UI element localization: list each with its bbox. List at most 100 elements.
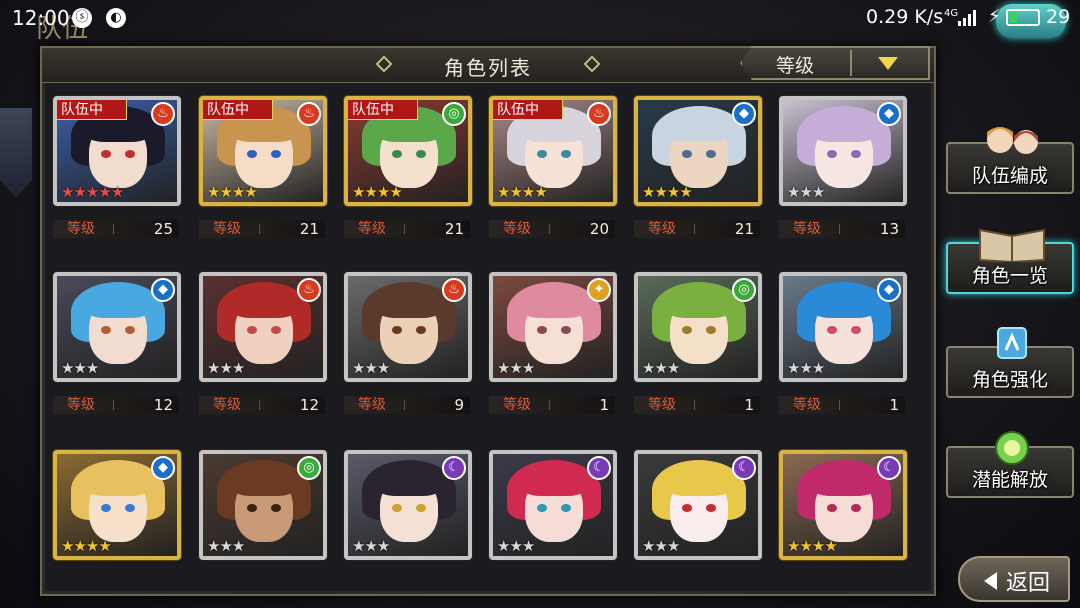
star-icon: ★ (509, 359, 523, 377)
level-divider (404, 400, 405, 410)
menu-character-list-button[interactable]: 角色一览 (946, 228, 1074, 294)
character-card[interactable]: ☾ ★ ★ ★ ★ (779, 450, 907, 560)
character-card[interactable]: ☾ ★ ★ ★ (344, 450, 472, 560)
panel-header: 角色列表 等级 (42, 46, 934, 83)
dark-element-icon: ☾ (587, 456, 611, 480)
star-icon: ★ (364, 183, 378, 201)
star-icon: ★ (799, 537, 813, 555)
fire-element-icon: ♨ (442, 278, 466, 302)
back-button[interactable]: 返回 (958, 556, 1070, 602)
clock: 12:00 (12, 6, 70, 30)
star-icon: ★ (509, 183, 523, 201)
star-icon: ★ (521, 537, 536, 555)
portrait-eye (682, 326, 692, 334)
water-element-icon: ◆ (732, 102, 756, 126)
portrait-eye (125, 504, 135, 512)
in-team-badge: 队伍中 (57, 100, 127, 120)
rarity-stars: ★ ★ ★ (642, 359, 680, 377)
character-card[interactable]: ◎ ★ ★ ★ (199, 450, 327, 560)
portrait-fringe (811, 290, 877, 318)
portrait-eye (706, 150, 716, 158)
enhance-crystal-icon (997, 327, 1027, 359)
star-icon: ★ (110, 183, 125, 201)
level-label: 等级 (67, 221, 95, 237)
level-bar: 等级 13 (779, 220, 905, 238)
portrait-eye (851, 326, 861, 334)
in-team-badge: 队伍中 (348, 100, 418, 120)
level-value: 12 (153, 396, 173, 414)
wind-element-icon: ◎ (442, 102, 466, 126)
rarity-stars: ★ ★ ★ (642, 537, 681, 555)
character-card[interactable]: 队伍中 ♨ ★ ★ ★ ★ (489, 96, 617, 206)
character-card[interactable]: ♨ ★ ★ ★ (344, 272, 472, 382)
portrait-eye (271, 326, 281, 334)
rarity-stars: ★ ★ ★ ★ (497, 183, 548, 201)
star-icon: ★ (679, 183, 693, 201)
rarity-stars: ★ ★ ★ (352, 538, 390, 554)
level-divider (549, 400, 550, 410)
character-card[interactable]: ◆ ★ ★ ★ ★ (53, 450, 181, 560)
star-icon: ★ (219, 183, 233, 201)
portrait-eye (101, 150, 111, 158)
character-card[interactable]: ◆ ★ ★ ★ (53, 272, 181, 382)
rarity-stars: ★ ★ ★ ★ (207, 183, 258, 201)
level-value: 1 (744, 396, 754, 414)
star-icon: ★ (654, 359, 668, 377)
portrait-eye (125, 326, 135, 334)
rarity-stars: ★ ★ ★ (787, 360, 825, 376)
level-bar: 等级 21 (344, 220, 470, 238)
portrait-fringe (85, 290, 151, 318)
menu-label: 角色强化 (971, 369, 1048, 391)
water-element-icon: ◆ (877, 102, 901, 126)
star-icon: ★ (799, 183, 813, 201)
fire-element-icon: ♨ (151, 102, 175, 126)
menu-character-enhance-button[interactable]: 角色强化 (946, 327, 1074, 398)
level-label: 等级 (358, 221, 386, 237)
character-card[interactable]: 队伍中 ♨ ★ ★ ★ ★ ★ (53, 96, 181, 206)
menu-label: 角色一览 (971, 265, 1048, 287)
star-icon: ★ (376, 359, 391, 377)
level-divider (549, 224, 550, 234)
level-value: 21 (299, 220, 319, 238)
portrait-fringe (521, 290, 587, 318)
level-label: 等级 (67, 397, 95, 413)
character-card[interactable]: ☾ ★ ★ ★ (489, 450, 617, 560)
rarity-stars: ★ ★ ★ ★ (787, 537, 838, 555)
character-card[interactable]: ♨ ★ ★ ★ (199, 272, 327, 382)
portrait-fringe (666, 290, 732, 318)
rarity-stars: ★ ★ ★ (207, 360, 245, 376)
star-icon: ★ (666, 537, 681, 555)
star-icon: ★ (509, 537, 523, 555)
menu-team-edit-button[interactable]: 队伍编成 (946, 127, 1074, 194)
menu-potential-unlock-button[interactable]: 潜能解放 (946, 431, 1074, 498)
back-label: 返回 (1006, 571, 1051, 596)
star-icon: ★ (98, 537, 112, 555)
character-card[interactable]: ☾ ★ ★ ★ (634, 450, 762, 560)
character-card[interactable]: ✦ ★ ★ ★ (489, 272, 617, 382)
dark-element-icon: ☾ (877, 456, 901, 480)
character-card[interactable]: ◎ ★ ★ ★ (634, 272, 762, 382)
character-card[interactable]: ◆ ★ ★ ★ ★ (634, 96, 762, 206)
dropdown-arrow-icon[interactable] (878, 57, 898, 70)
sort-dropdown[interactable]: 等级 (740, 46, 930, 80)
portrait-eye (827, 504, 837, 512)
character-card[interactable]: 队伍中 ◎ ★ ★ ★ ★ (344, 96, 472, 206)
fire-element-icon: ♨ (587, 102, 611, 126)
level-value: 21 (734, 220, 754, 238)
portrait-fringe (376, 290, 442, 318)
portrait-eye (392, 326, 402, 334)
level-label: 等级 (793, 221, 821, 237)
character-card[interactable]: 队伍中 ♨ ★ ★ ★ ★ (199, 96, 327, 206)
portrait-eye (561, 504, 571, 512)
character-card[interactable]: ◆ ★ ★ ★ (779, 272, 907, 382)
level-value: 9 (454, 396, 464, 414)
portrait-eye (827, 326, 837, 334)
character-card[interactable]: ◆ ★ ★ ★ (779, 96, 907, 206)
menu-label: 队伍编成 (971, 165, 1048, 187)
portrait-eye (561, 326, 571, 334)
level-value: 1 (889, 396, 899, 414)
book-icon (979, 228, 1045, 262)
portrait-eye (706, 504, 716, 512)
portrait-eye (561, 150, 571, 158)
portrait-eye (416, 504, 426, 512)
